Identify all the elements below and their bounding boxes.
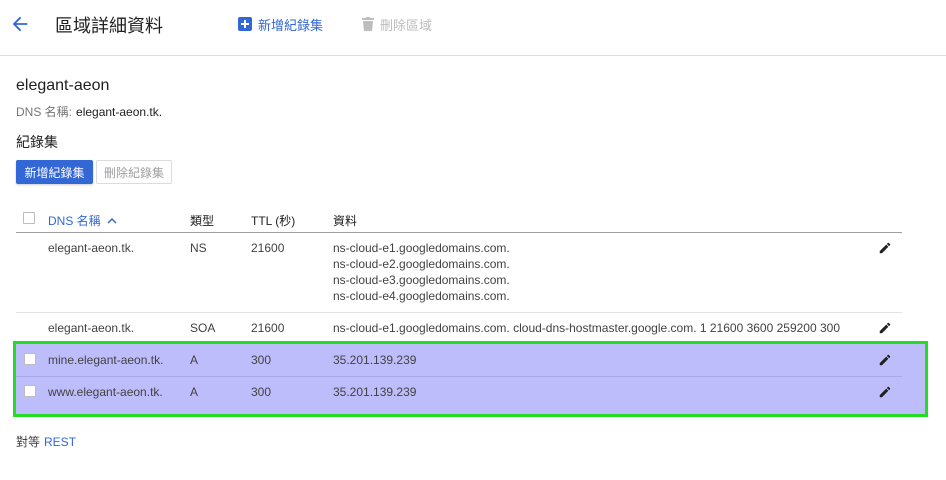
table-header-divider: [16, 232, 902, 233]
row-data-line: 35.201.139.239: [333, 353, 417, 367]
dns-name-value: elegant-aeon.tk.: [76, 105, 163, 119]
top-bar: 區域詳細資料 新增紀錄集 刪除區域: [0, 0, 946, 56]
sort-ascending-icon: [107, 217, 117, 224]
row-ttl: 300: [251, 353, 272, 367]
edit-pencil-icon[interactable]: [878, 385, 892, 399]
trash-icon: [362, 17, 374, 31]
row-data-line: 35.201.139.239: [333, 385, 417, 399]
row-data-line: ns-cloud-e1.googledomains.com. cloud-dns…: [333, 321, 840, 335]
row-data-line: ns-cloud-e2.googledomains.com.: [333, 257, 510, 271]
delete-zone-button[interactable]: 刪除區域: [362, 14, 432, 34]
row-ttl: 21600: [251, 241, 285, 255]
row-type: NS: [190, 241, 207, 255]
delete-record-set-button[interactable]: 刪除紀錄集: [96, 160, 172, 184]
row-type: A: [190, 353, 199, 367]
add-record-set-toolbar-label: 新增紀錄集: [258, 17, 324, 33]
back-arrow-icon[interactable]: [9, 13, 31, 35]
add-record-set-button[interactable]: 新增紀錄集: [16, 160, 93, 184]
zone-dns-name: DNS 名稱: elegant-aeon.tk.: [16, 103, 162, 120]
row-checkbox[interactable]: [24, 353, 36, 365]
column-header-ttl: TTL (秒): [251, 214, 296, 228]
row-type: SOA: [190, 321, 216, 335]
select-all-checkbox[interactable]: [23, 212, 35, 224]
row-divider: [16, 376, 902, 377]
row-dns-name: mine.elegant-aeon.tk.: [48, 353, 164, 367]
dns-name-label: DNS 名稱:: [16, 105, 73, 119]
edit-pencil-icon[interactable]: [878, 321, 892, 335]
page-title: 區域詳細資料: [55, 16, 163, 36]
row-divider: [16, 312, 902, 313]
delete-zone-label: 刪除區域: [380, 17, 433, 33]
row-dns-name: www.elegant-aeon.tk.: [48, 385, 163, 399]
row-dns-name: elegant-aeon.tk.: [48, 241, 135, 255]
edit-pencil-icon[interactable]: [878, 241, 892, 255]
footer-equivalent: 對等 REST: [16, 433, 76, 450]
row-type: A: [190, 385, 199, 399]
add-box-icon: [238, 17, 252, 31]
add-record-set-toolbar-button[interactable]: 新增紀錄集: [238, 14, 323, 34]
rest-link[interactable]: REST: [44, 435, 76, 449]
row-data-line: ns-cloud-e3.googledomains.com.: [333, 273, 510, 287]
row-ttl: 300: [251, 385, 272, 399]
row-checkbox[interactable]: [24, 385, 36, 397]
column-header-type: 類型: [190, 214, 215, 228]
zone-name: elegant-aeon: [16, 77, 110, 94]
record-sets-heading: 紀錄集: [16, 134, 58, 150]
column-header-dns-name[interactable]: DNS 名稱: [48, 212, 117, 229]
edit-pencil-icon[interactable]: [878, 353, 892, 367]
row-ttl: 21600: [251, 321, 285, 335]
row-data-line: ns-cloud-e4.googledomains.com.: [333, 289, 510, 303]
row-dns-name: elegant-aeon.tk.: [48, 321, 135, 335]
row-data-line: ns-cloud-e1.googledomains.com.: [333, 241, 510, 255]
column-dns-name-label: DNS 名稱: [48, 214, 101, 228]
footer-prefix: 對等: [16, 435, 41, 449]
column-header-data: 資料: [333, 214, 358, 228]
